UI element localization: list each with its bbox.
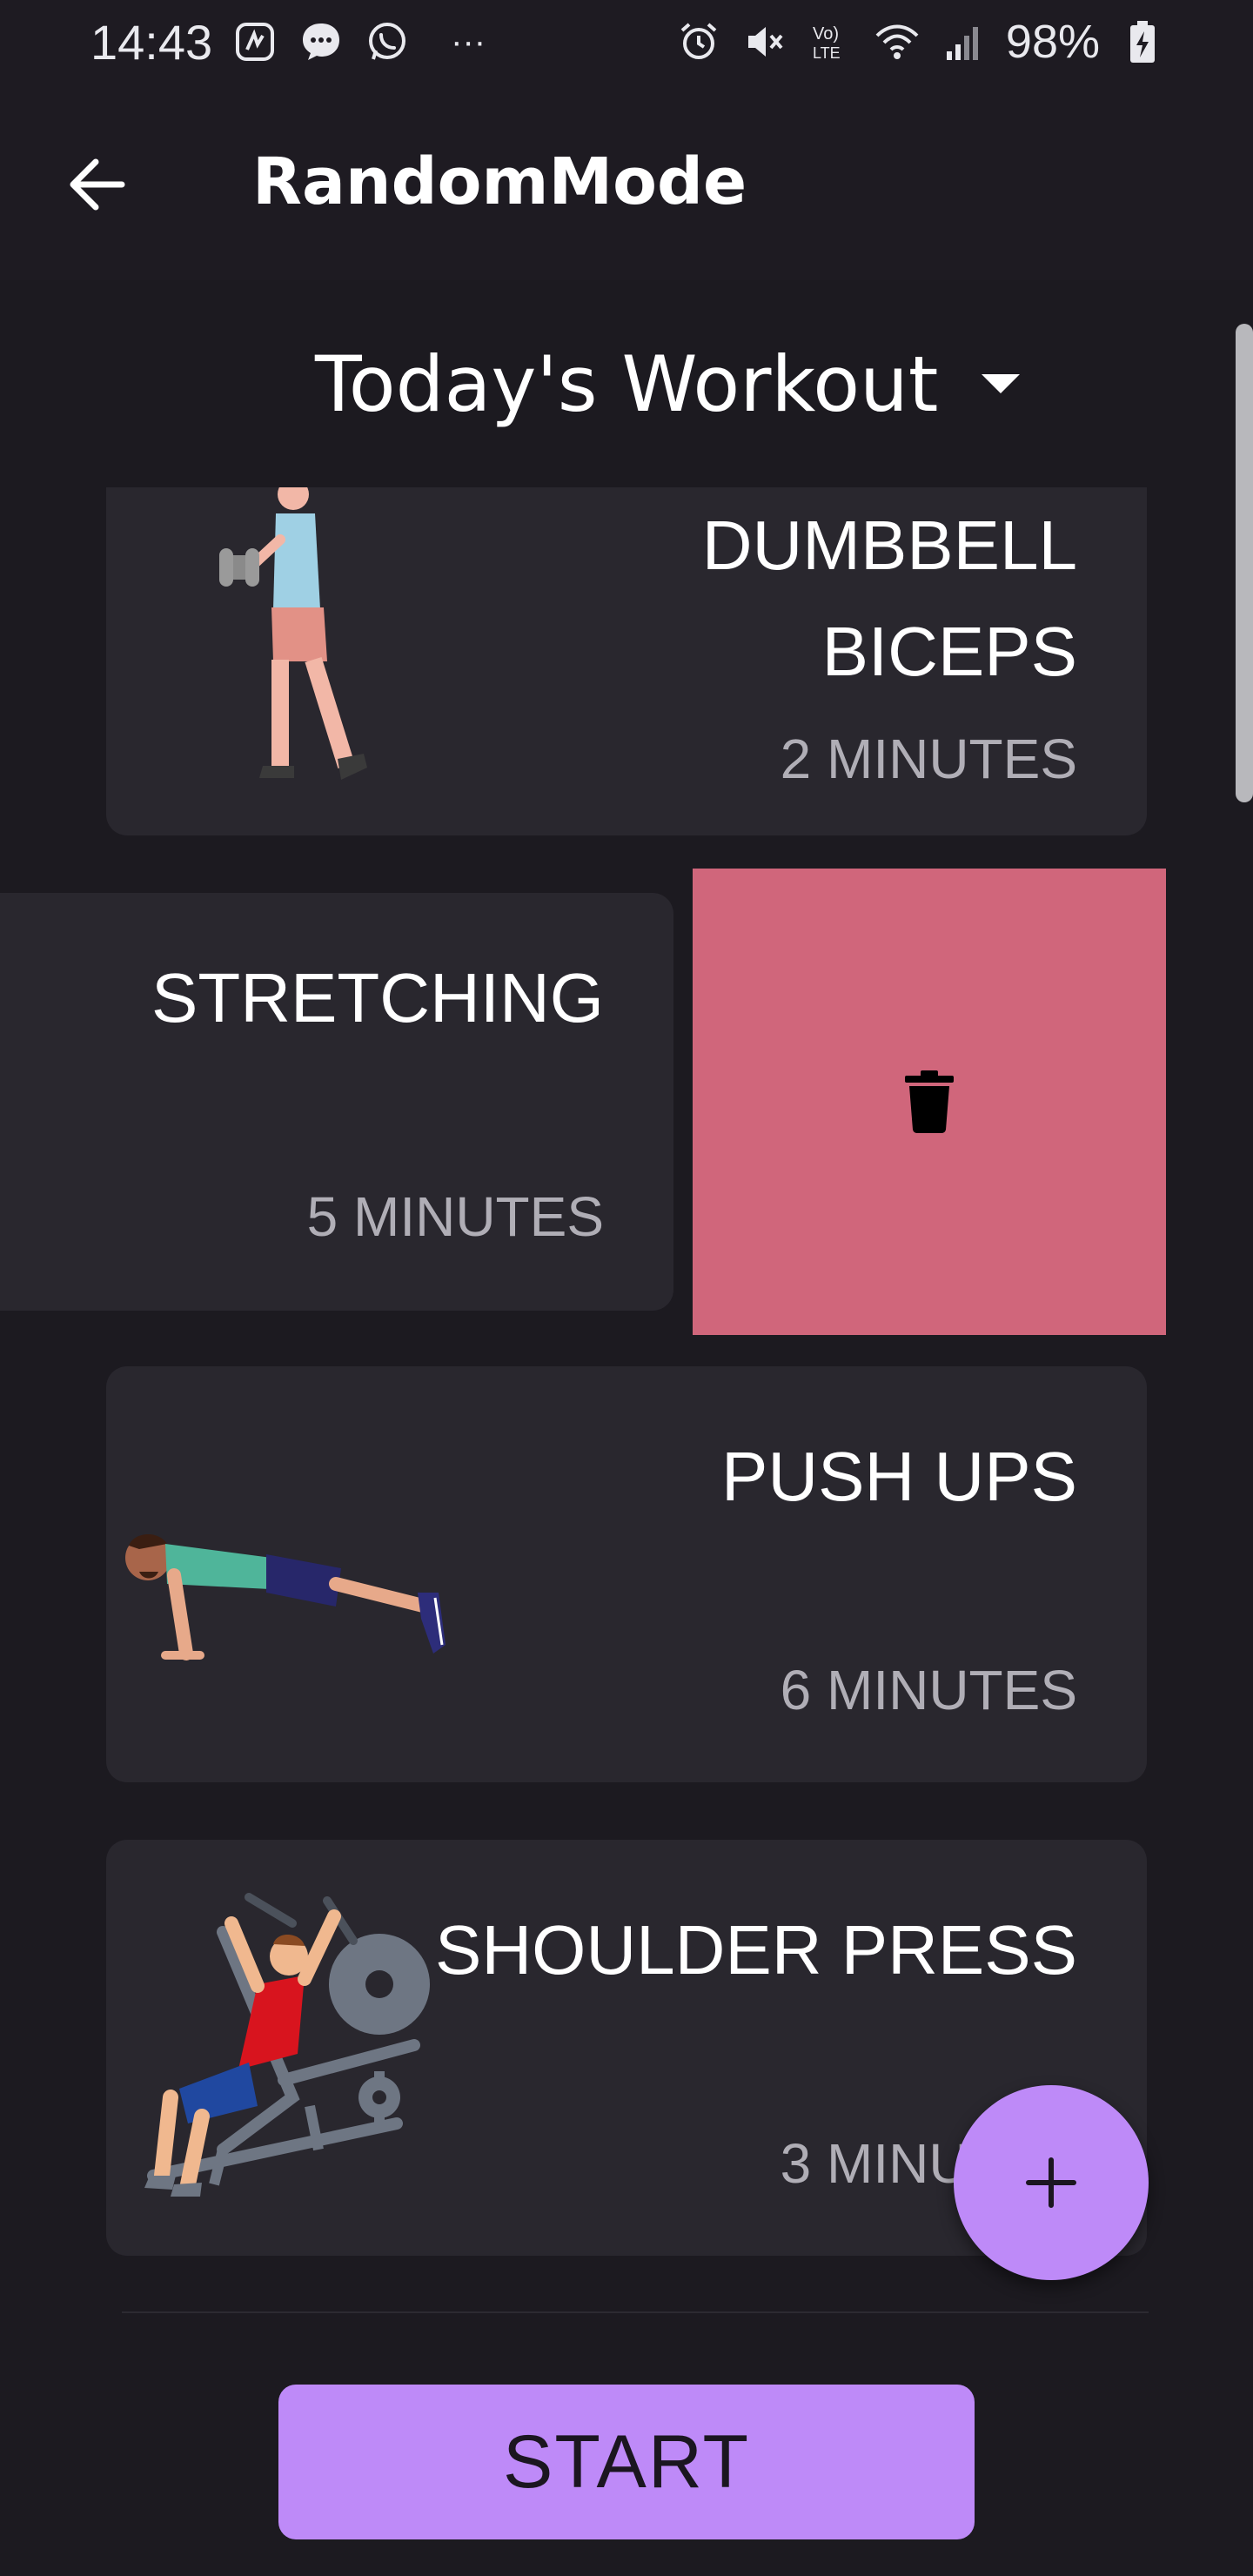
push-ups-illustration (125, 1533, 446, 1660)
mute-icon (741, 18, 788, 65)
exercise-duration: 2 MINUTES (780, 728, 1077, 790)
app-bar: RandomMode (0, 84, 1253, 280)
status-bar: 14:43 ··· Vo) LTE 98% (0, 0, 1253, 84)
battery-percent: 98% (1005, 16, 1100, 68)
exercise-name: SHOULDER PRESS (435, 1911, 1077, 1989)
exercise-name: STRETCHING (151, 959, 604, 1036)
svg-text:LTE: LTE (813, 44, 841, 62)
trash-icon (905, 1070, 954, 1133)
more-notifications-icon: ··· (451, 22, 486, 61)
back-button[interactable] (54, 141, 141, 228)
shoulder-press-illustration (144, 1893, 430, 2197)
svg-text:Vo): Vo) (813, 24, 839, 44)
workout-dropdown-label: Today's Workout (315, 339, 939, 429)
battery-icon (1119, 18, 1166, 65)
caret-down-icon (982, 374, 1021, 393)
status-bar-left: 14:43 ··· (90, 14, 486, 70)
delete-action[interactable] (693, 869, 1166, 1335)
add-exercise-button[interactable] (954, 2085, 1149, 2280)
divider (122, 2311, 1149, 2313)
dumbbell-biceps-illustration (219, 487, 367, 780)
whatsapp-icon (364, 18, 411, 65)
exercise-duration: 6 MINUTES (780, 1659, 1077, 1721)
workout-dropdown[interactable]: Today's Workout (315, 336, 1046, 432)
status-time: 14:43 (90, 14, 213, 70)
exercise-list[interactable]: DUMBBELL BICEPS 2 MINUTES STRETCHING 5 M… (0, 487, 1253, 2298)
exercise-duration: 5 MINUTES (306, 1185, 604, 1248)
start-button[interactable]: START (278, 2385, 975, 2539)
page-title: RandomMode (252, 144, 747, 219)
plus-icon (1026, 2157, 1076, 2208)
exercise-card-dumbbell-biceps[interactable]: DUMBBELL BICEPS 2 MINUTES (106, 487, 1147, 835)
alarm-icon (675, 18, 722, 65)
exercise-name: BICEPS (821, 613, 1077, 690)
volte-icon: Vo) LTE (807, 18, 854, 65)
arrow-left-icon (70, 158, 125, 211)
exercise-name: PUSH UPS (721, 1438, 1077, 1515)
status-bar-right: Vo) LTE 98% (675, 15, 1166, 69)
exercise-card-stretching[interactable]: STRETCHING 5 MINUTES (0, 893, 673, 1311)
exercise-name: DUMBBELL (701, 506, 1077, 584)
wifi-icon (874, 18, 921, 65)
jiosaavn-icon (231, 18, 278, 65)
exercise-card-push-ups[interactable]: PUSH UPS 6 MINUTES (106, 1366, 1147, 1782)
message-icon (298, 18, 345, 65)
signal-icon (940, 18, 987, 65)
